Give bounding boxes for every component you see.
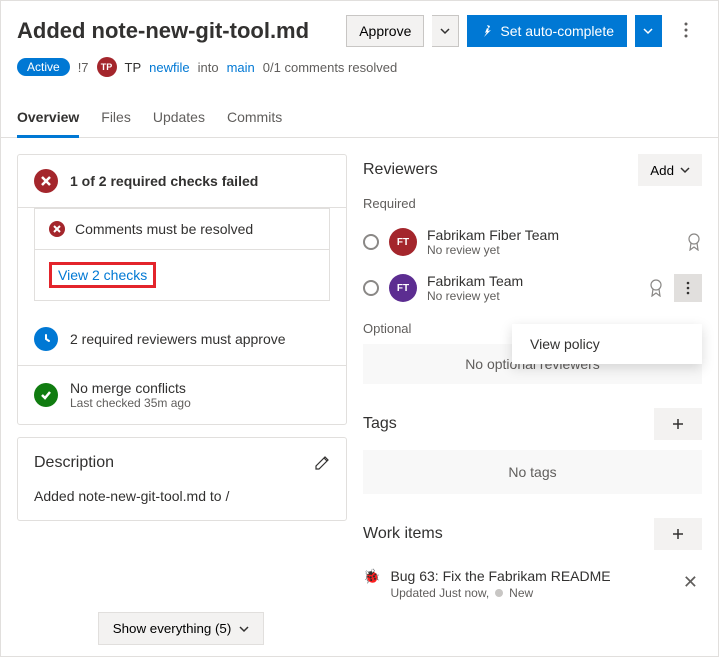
reviewer-more-button[interactable] — [674, 274, 702, 302]
chevron-down-icon — [643, 26, 653, 36]
autocomplete-icon — [480, 24, 494, 38]
work-item-row[interactable]: 🐞 Bug 63: Fix the Fabrikam README Update… — [363, 560, 702, 608]
author-avatar: TP — [97, 57, 117, 77]
reviewer-avatar: FT — [389, 228, 417, 256]
policy-ribbon-icon — [648, 279, 664, 297]
reviewers-heading: Reviewers — [363, 161, 438, 179]
check-item: Comments must be resolved — [75, 221, 253, 237]
more-actions-button[interactable] — [670, 22, 702, 41]
work-item-updated: Updated Just now, — [390, 586, 489, 600]
clock-icon — [34, 327, 58, 351]
reviewers-pending-text: 2 required reviewers must approve — [70, 331, 286, 347]
reviewer-row[interactable]: FT Fabrikam Team No review yet — [363, 265, 702, 311]
bug-icon: 🐞 — [363, 568, 380, 585]
work-item-title: Bug 63: Fix the Fabrikam README — [390, 568, 668, 584]
required-label: Required — [363, 196, 702, 211]
target-branch-link[interactable]: main — [227, 60, 255, 75]
tab-commits[interactable]: Commits — [227, 99, 282, 137]
chevron-down-icon — [680, 165, 690, 175]
checks-summary: 1 of 2 required checks failed — [70, 173, 258, 189]
policy-ribbon-icon — [686, 233, 702, 251]
menu-item-view-policy[interactable]: View policy — [530, 336, 684, 352]
check-icon — [34, 383, 58, 407]
description-heading: Description — [34, 454, 114, 472]
work-item-state: New — [509, 586, 533, 600]
state-dot-icon — [495, 589, 503, 597]
plus-icon — [671, 527, 685, 541]
approve-dropdown[interactable] — [432, 15, 459, 47]
reviewer-avatar: FT — [389, 274, 417, 302]
approve-button[interactable]: Approve — [346, 15, 424, 47]
add-tag-button[interactable] — [654, 408, 702, 440]
tags-empty: No tags — [363, 450, 702, 494]
merge-sub: Last checked 35m ago — [70, 396, 191, 410]
status-badge: Active — [17, 58, 70, 76]
pr-id: !7 — [78, 60, 89, 75]
reviewer-sub: No review yet — [427, 289, 638, 303]
edit-icon[interactable] — [314, 455, 330, 471]
autocomplete-dropdown[interactable] — [635, 15, 662, 47]
vote-circle-icon — [363, 234, 379, 250]
source-branch-link[interactable]: newfile — [149, 60, 189, 75]
show-everything-button[interactable]: Show everything (5) — [98, 612, 265, 645]
page-title: Added note-new-git-tool.md — [17, 18, 338, 44]
merge-title: No merge conflicts — [70, 380, 191, 396]
reviewer-name: Fabrikam Fiber Team — [427, 227, 676, 243]
work-items-heading: Work items — [363, 525, 443, 543]
tab-overview[interactable]: Overview — [17, 99, 79, 138]
reviewer-row[interactable]: FT Fabrikam Fiber Team No review yet — [363, 219, 702, 265]
more-vertical-icon — [684, 22, 688, 38]
remove-work-item-button[interactable]: ✕ — [679, 568, 702, 597]
tab-files[interactable]: Files — [101, 99, 131, 137]
description-text: Added note-new-git-tool.md to / — [34, 488, 330, 504]
comments-resolved: 0/1 comments resolved — [263, 60, 397, 75]
vote-circle-icon — [363, 280, 379, 296]
reviewer-sub: No review yet — [427, 243, 676, 257]
fail-icon — [49, 221, 65, 237]
chevron-down-icon — [440, 26, 450, 36]
plus-icon — [671, 417, 685, 431]
fail-icon — [34, 169, 58, 193]
reviewer-name: Fabrikam Team — [427, 273, 638, 289]
chevron-down-icon — [239, 624, 249, 634]
more-vertical-icon — [686, 281, 690, 295]
add-reviewer-button[interactable]: Add — [638, 154, 702, 186]
author-name: TP — [125, 60, 142, 75]
tab-updates[interactable]: Updates — [153, 99, 205, 137]
add-work-item-button[interactable] — [654, 518, 702, 550]
reviewer-context-menu: View policy — [512, 324, 702, 364]
view-checks-link[interactable]: View 2 checks — [58, 267, 147, 283]
tags-heading: Tags — [363, 415, 397, 433]
set-autocomplete-button[interactable]: Set auto-complete — [467, 15, 627, 47]
into-text: into — [198, 60, 219, 75]
